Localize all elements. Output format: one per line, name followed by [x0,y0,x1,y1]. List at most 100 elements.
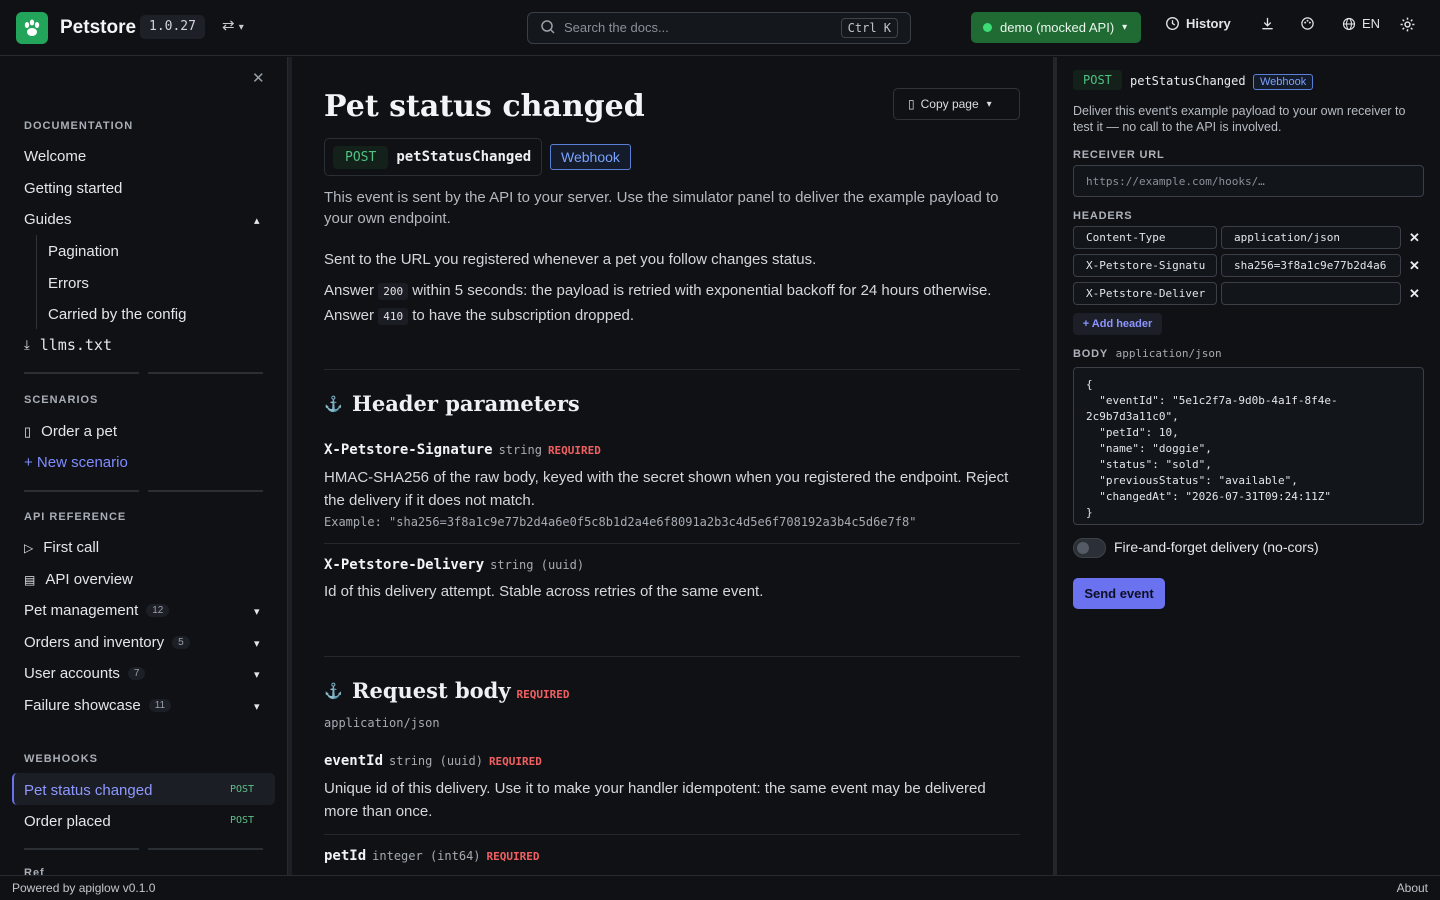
method-badge: POST [1073,70,1122,90]
sidebar-item-getting-started[interactable]: Getting started [24,180,122,197]
copy-page-button[interactable]: ▯ Copy page ▾ [893,88,1020,120]
swap-arrows-icon: ⇄ [222,17,235,34]
body-content-type: application/json [1115,347,1222,360]
gear-icon[interactable] [1399,16,1416,33]
param-name: X-Petstore-Delivery string (uuid) [324,557,584,573]
sidebar-item-pagination[interactable]: Pagination [48,243,119,260]
panel-resize-handle[interactable] [1053,57,1057,875]
param-name-text: X-Petstore-Delivery [324,557,485,573]
add-header-button[interactable]: + Add header [1073,313,1162,335]
header-key-input[interactable]: Content-Type [1073,226,1217,249]
history-label: History [1186,16,1231,31]
chevron-up-icon[interactable]: ▴ [254,214,260,227]
field-type: string (uuid) [389,754,483,768]
search-input[interactable]: Search the docs... Ctrl K [527,12,911,44]
divider [24,490,139,492]
group-label: User accounts [24,665,120,682]
search-icon [540,19,556,39]
remove-header-icon[interactable]: ✕ [1409,230,1420,246]
palette-icon[interactable] [1300,16,1315,31]
sidebar-group-pet-management[interactable]: Pet management 12 [24,602,170,619]
play-icon: ▷ [24,540,34,555]
page-title: Pet status changed [324,89,645,124]
sidebar-group-user-accounts[interactable]: User accounts 7 [24,665,146,682]
brand-name[interactable]: Petstore [60,17,136,39]
paw-logo-icon[interactable] [16,12,48,44]
download-icon: ⤓ [24,337,30,352]
sidebar-resize-handle[interactable] [288,57,292,875]
sidebar-item-api-overview[interactable]: ▤ API overview [24,571,133,588]
operation-name: petStatusChanged [1130,74,1246,88]
copy-page-label: Copy page [920,97,979,111]
method-badge: POST [230,784,255,795]
request-body-title-text: Request body [352,678,511,703]
count-badge: 7 [127,667,146,680]
field-name: eventId string (uuid) REQUIRED [324,753,542,769]
chevron-down-icon[interactable]: ▾ [254,668,260,681]
sidebar-item-pet-status-changed[interactable]: Pet status changed [24,782,152,799]
anchor-icon[interactable]: ⚓ [324,395,343,413]
headers-label: HEADERS [1073,210,1133,222]
new-scenario-link[interactable]: + New scenario [24,454,128,471]
chevron-down-icon: ▾ [1122,22,1128,33]
field-name: petId integer (int64) REQUIRED [324,848,540,864]
fire-and-forget-toggle[interactable] [1073,538,1106,558]
remove-header-icon[interactable]: ✕ [1409,286,1420,302]
download-icon[interactable] [1260,16,1275,31]
divider [324,834,1020,835]
chevron-down-icon: ▾ [986,98,992,110]
group-label: Orders and inventory [24,634,165,651]
receiver-url-input[interactable]: https://example.com/hooks/… [1073,165,1424,197]
section-heading-documentation: DOCUMENTATION [24,120,134,132]
required-badge: REQUIRED [516,688,570,701]
sidebar-item-carried-by-config[interactable]: Carried by the config [48,306,186,323]
header-key-input[interactable]: X-Petstore-Deliver [1073,282,1217,305]
chevron-down-icon[interactable]: ▾ [254,700,260,713]
operation-chip: POST petStatusChanged [324,138,542,176]
body-textarea[interactable]: { "eventId": "5e1c2f7a-9d0b-4a1f-8f4e- 2… [1073,367,1424,525]
version-badge[interactable]: 1.0.27 [140,15,205,39]
history-button[interactable]: History [1165,16,1231,31]
receiver-url-label: RECEIVER URL [1073,149,1165,161]
sidebar-group-failure-showcase[interactable]: Failure showcase 11 [24,697,172,714]
field-name-text: petId [324,848,367,864]
sidebar-item-welcome[interactable]: Welcome [24,148,86,165]
param-name-text: X-Petstore-Signature [324,442,493,458]
close-sidebar-icon[interactable]: ✕ [252,69,265,87]
param-type: string (uuid) [490,558,585,572]
header-key-input[interactable]: X-Petstore-Signatu [1073,254,1217,277]
sent-to-text: Sent to the URL you registered whenever … [324,251,817,268]
sidebar-item-guides[interactable]: Guides [24,211,72,228]
sidebar-item-llms[interactable]: ⤓ llms.txt [24,336,112,354]
chevron-down-icon[interactable]: ▾ [254,605,260,618]
sidebar-group-orders[interactable]: Orders and inventory 5 [24,634,190,651]
top-bar: Petstore 1.0.27 ⇄ ▾ Search the docs... C… [0,0,1440,56]
environment-select[interactable]: demo (mocked API) ▾ [971,12,1141,43]
header-value-input[interactable]: application/json [1221,226,1401,249]
clock-icon [1166,17,1179,30]
header-value-input[interactable]: sha256=3f8a1c9e77b2d4a6 [1221,254,1401,277]
group-label: Failure showcase [24,697,141,714]
section-heading-cut-off: Ref [24,867,45,875]
header-value-input[interactable] [1221,282,1401,305]
answer-prefix: Answer [324,307,375,324]
chevron-down-icon[interactable]: ▾ [254,637,260,650]
required-badge: REQUIRED [486,850,540,863]
api-overview-label: API overview [45,571,133,588]
answer-prefix: Answer [324,282,375,299]
anchor-icon[interactable]: ⚓ [324,682,343,700]
divider [148,372,263,374]
send-event-button[interactable]: Send event [1073,578,1165,609]
version-switch-button[interactable]: ⇄ ▾ [222,16,244,34]
about-link[interactable]: About [1397,881,1428,895]
sidebar-item-order-placed[interactable]: Order placed [24,813,111,830]
clipboard-icon: ▯ [908,97,915,111]
sidebar-item-errors[interactable]: Errors [48,275,89,292]
divider [324,369,1020,370]
content-type: application/json [324,716,440,730]
sidebar-item-order-a-pet[interactable]: ▯ Order a pet [24,423,117,440]
language-button[interactable]: EN [1342,16,1380,31]
remove-header-icon[interactable]: ✕ [1409,258,1420,274]
sidebar-item-first-call[interactable]: ▷ First call [24,539,99,556]
webhook-simulator-panel: POST petStatusChanged Webhook Deliver th… [1073,57,1425,875]
